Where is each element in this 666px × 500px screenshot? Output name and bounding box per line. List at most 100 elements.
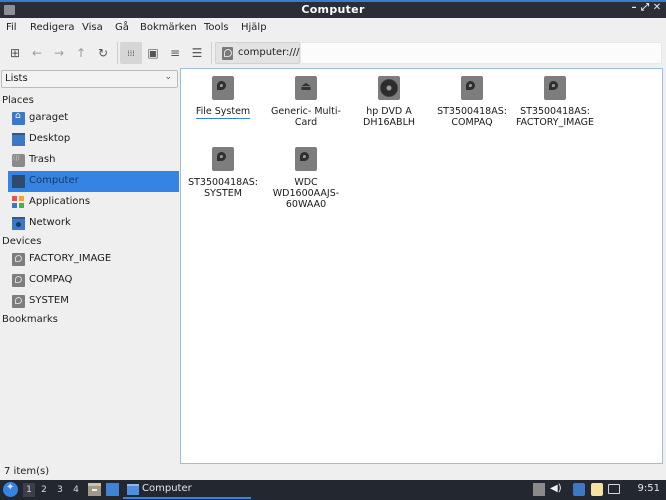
- file-item-label: ST3500418AS: COMPAQ: [437, 106, 507, 128]
- sidebar-item-trash[interactable]: Trash: [8, 150, 179, 171]
- arrow-up-icon[interactable]: ↑: [70, 42, 92, 64]
- harddisk-icon: [295, 147, 317, 171]
- sidebar-item-computer[interactable]: Computer: [8, 171, 179, 192]
- network-status-icon[interactable]: [608, 484, 620, 494]
- sidebar-item-label: Trash: [29, 154, 56, 165]
- workspace-4[interactable]: 4: [70, 483, 82, 497]
- arrow-right-icon[interactable]: →: [48, 42, 70, 64]
- close-button[interactable]: ✕: [651, 2, 663, 13]
- menu-fil[interactable]: Fil: [6, 22, 17, 33]
- reload-icon[interactable]: ↻: [92, 42, 114, 64]
- compact-view-icon[interactable]: ≡: [164, 42, 186, 64]
- removable-media-icon: [295, 76, 317, 100]
- workspace-1[interactable]: 1: [23, 483, 35, 497]
- detailed-list-icon[interactable]: ☰: [186, 42, 208, 64]
- browser-launcher-icon[interactable]: [106, 483, 119, 496]
- sidebar-item-factory-image[interactable]: FACTORY_IMAGE: [8, 249, 179, 270]
- clock[interactable]: 9:51: [638, 483, 660, 494]
- toolbar-separator: [117, 42, 118, 64]
- harddisk-icon: [544, 76, 566, 100]
- file-manager-launcher-icon[interactable]: [88, 483, 101, 496]
- workspace-2[interactable]: 2: [38, 483, 50, 497]
- drive-icon: [12, 274, 25, 287]
- drive-icon: [12, 295, 25, 308]
- sidebar-item-network[interactable]: Network: [8, 213, 179, 234]
- file-item-wdc[interactable]: WDC WD1600AAJS-60WAA0: [264, 147, 348, 210]
- taskbar: 1 2 3 4 Computer ◀) 9:51: [0, 480, 666, 500]
- thumbnail-view-icon[interactable]: ▣: [142, 42, 164, 64]
- tray-removable-icon[interactable]: [533, 483, 545, 496]
- file-item-label: File System: [195, 106, 251, 119]
- menu-visa[interactable]: Visa: [82, 22, 103, 33]
- update-notifier-icon[interactable]: [573, 483, 585, 496]
- task-label: Computer: [142, 483, 192, 494]
- sidebar-item-applications[interactable]: Applications: [8, 192, 179, 213]
- sidebar-item-label: Network: [29, 217, 71, 228]
- sidebar-item-label: FACTORY_IMAGE: [29, 253, 112, 264]
- clipboard-icon[interactable]: [591, 483, 603, 496]
- sidebar-item-label: COMPAQ: [29, 274, 73, 285]
- file-item-label: Generic- Multi-Card: [271, 106, 341, 128]
- file-item-factory-image[interactable]: ST3500418AS: FACTORY_IMAGE: [513, 76, 597, 128]
- location-bar[interactable]: [300, 42, 662, 64]
- taskbar-task-computer[interactable]: Computer: [123, 481, 251, 499]
- menu-ga[interactable]: Gå: [115, 22, 129, 33]
- sidebar-item-garaget[interactable]: garaget: [8, 108, 179, 129]
- file-item-multi-card[interactable]: Generic- Multi-Card: [264, 76, 348, 128]
- drive-icon: [222, 47, 233, 60]
- sidebar-item-label: Computer: [29, 175, 79, 186]
- folder-icon: [127, 484, 139, 495]
- menubar: Fil Redigera Visa Gå Bokmärken Tools Hjä…: [0, 18, 666, 38]
- sidebar-item-label: Desktop: [29, 133, 71, 144]
- file-item-label: ST3500418AS: SYSTEM: [188, 177, 258, 199]
- window-title: Computer: [301, 3, 365, 16]
- optical-drive-icon: [378, 76, 400, 100]
- file-item-compaq[interactable]: ST3500418AS: COMPAQ: [430, 76, 514, 128]
- file-item-label: hp DVD A DH16ABLH: [363, 106, 415, 128]
- sidebar-item-label: garaget: [29, 112, 69, 123]
- path-label: computer:///: [238, 47, 300, 58]
- harddisk-icon: [212, 76, 234, 100]
- toolbar-separator: [211, 42, 212, 64]
- sidebar-item-label: Applications: [29, 196, 91, 207]
- file-item-system[interactable]: ST3500418AS: SYSTEM: [181, 147, 265, 199]
- window-titlebar[interactable]: Computer – ⤢ ✕: [0, 0, 666, 18]
- home-folder-icon: [12, 111, 25, 125]
- computer-icon: [12, 175, 25, 188]
- menu-redigera[interactable]: Redigera: [30, 22, 75, 33]
- section-devices: Devices: [2, 236, 42, 247]
- sidebar: Lists ⌄ Places garaget Desktop Trash Com…: [0, 68, 180, 463]
- sidebar-item-label: SYSTEM: [29, 295, 69, 306]
- icon-view-icon[interactable]: ⁞⁞⁞: [120, 42, 142, 64]
- arrow-left-icon[interactable]: ←: [26, 42, 48, 64]
- drive-icon: [12, 253, 25, 266]
- sidebar-item-compaq[interactable]: COMPAQ: [8, 270, 179, 291]
- status-item-count: 7 item(s): [4, 466, 50, 477]
- file-item-label: ST3500418AS: FACTORY_IMAGE: [515, 106, 595, 128]
- harddisk-icon: [461, 76, 483, 100]
- sidebar-mode-select[interactable]: Lists ⌄: [1, 70, 178, 88]
- file-item-file-system[interactable]: File System: [181, 76, 265, 119]
- start-menu-icon[interactable]: [3, 482, 18, 497]
- harddisk-icon: [212, 147, 234, 171]
- menu-bokmarken[interactable]: Bokmärken: [140, 22, 197, 33]
- sidebar-mode-value: Lists: [5, 73, 28, 84]
- sidebar-item-desktop[interactable]: Desktop: [8, 129, 179, 150]
- volume-icon[interactable]: ◀): [550, 483, 562, 496]
- applications-icon: [12, 196, 25, 209]
- menu-hjalp[interactable]: Hjälp: [241, 22, 267, 33]
- sidebar-item-system[interactable]: SYSTEM: [8, 291, 179, 312]
- workspace-3[interactable]: 3: [54, 483, 66, 497]
- desktop-icon: [12, 133, 25, 146]
- menu-tools[interactable]: Tools: [204, 22, 229, 33]
- chevron-down-icon: ⌄: [164, 72, 172, 82]
- section-places: Places: [2, 95, 34, 106]
- new-tab-icon[interactable]: ⊞: [4, 42, 26, 64]
- maximize-button[interactable]: ⤢: [639, 2, 651, 13]
- path-button-computer[interactable]: computer:///: [215, 42, 300, 64]
- file-item-dvd[interactable]: hp DVD A DH16ABLH: [347, 76, 431, 128]
- file-item-label: WDC WD1600AAJS-60WAA0: [272, 177, 340, 210]
- file-view[interactable]: File System Generic- Multi-Card hp DVD A…: [180, 68, 663, 464]
- section-bookmarks: Bookmarks: [2, 314, 58, 325]
- trash-icon: [12, 154, 25, 167]
